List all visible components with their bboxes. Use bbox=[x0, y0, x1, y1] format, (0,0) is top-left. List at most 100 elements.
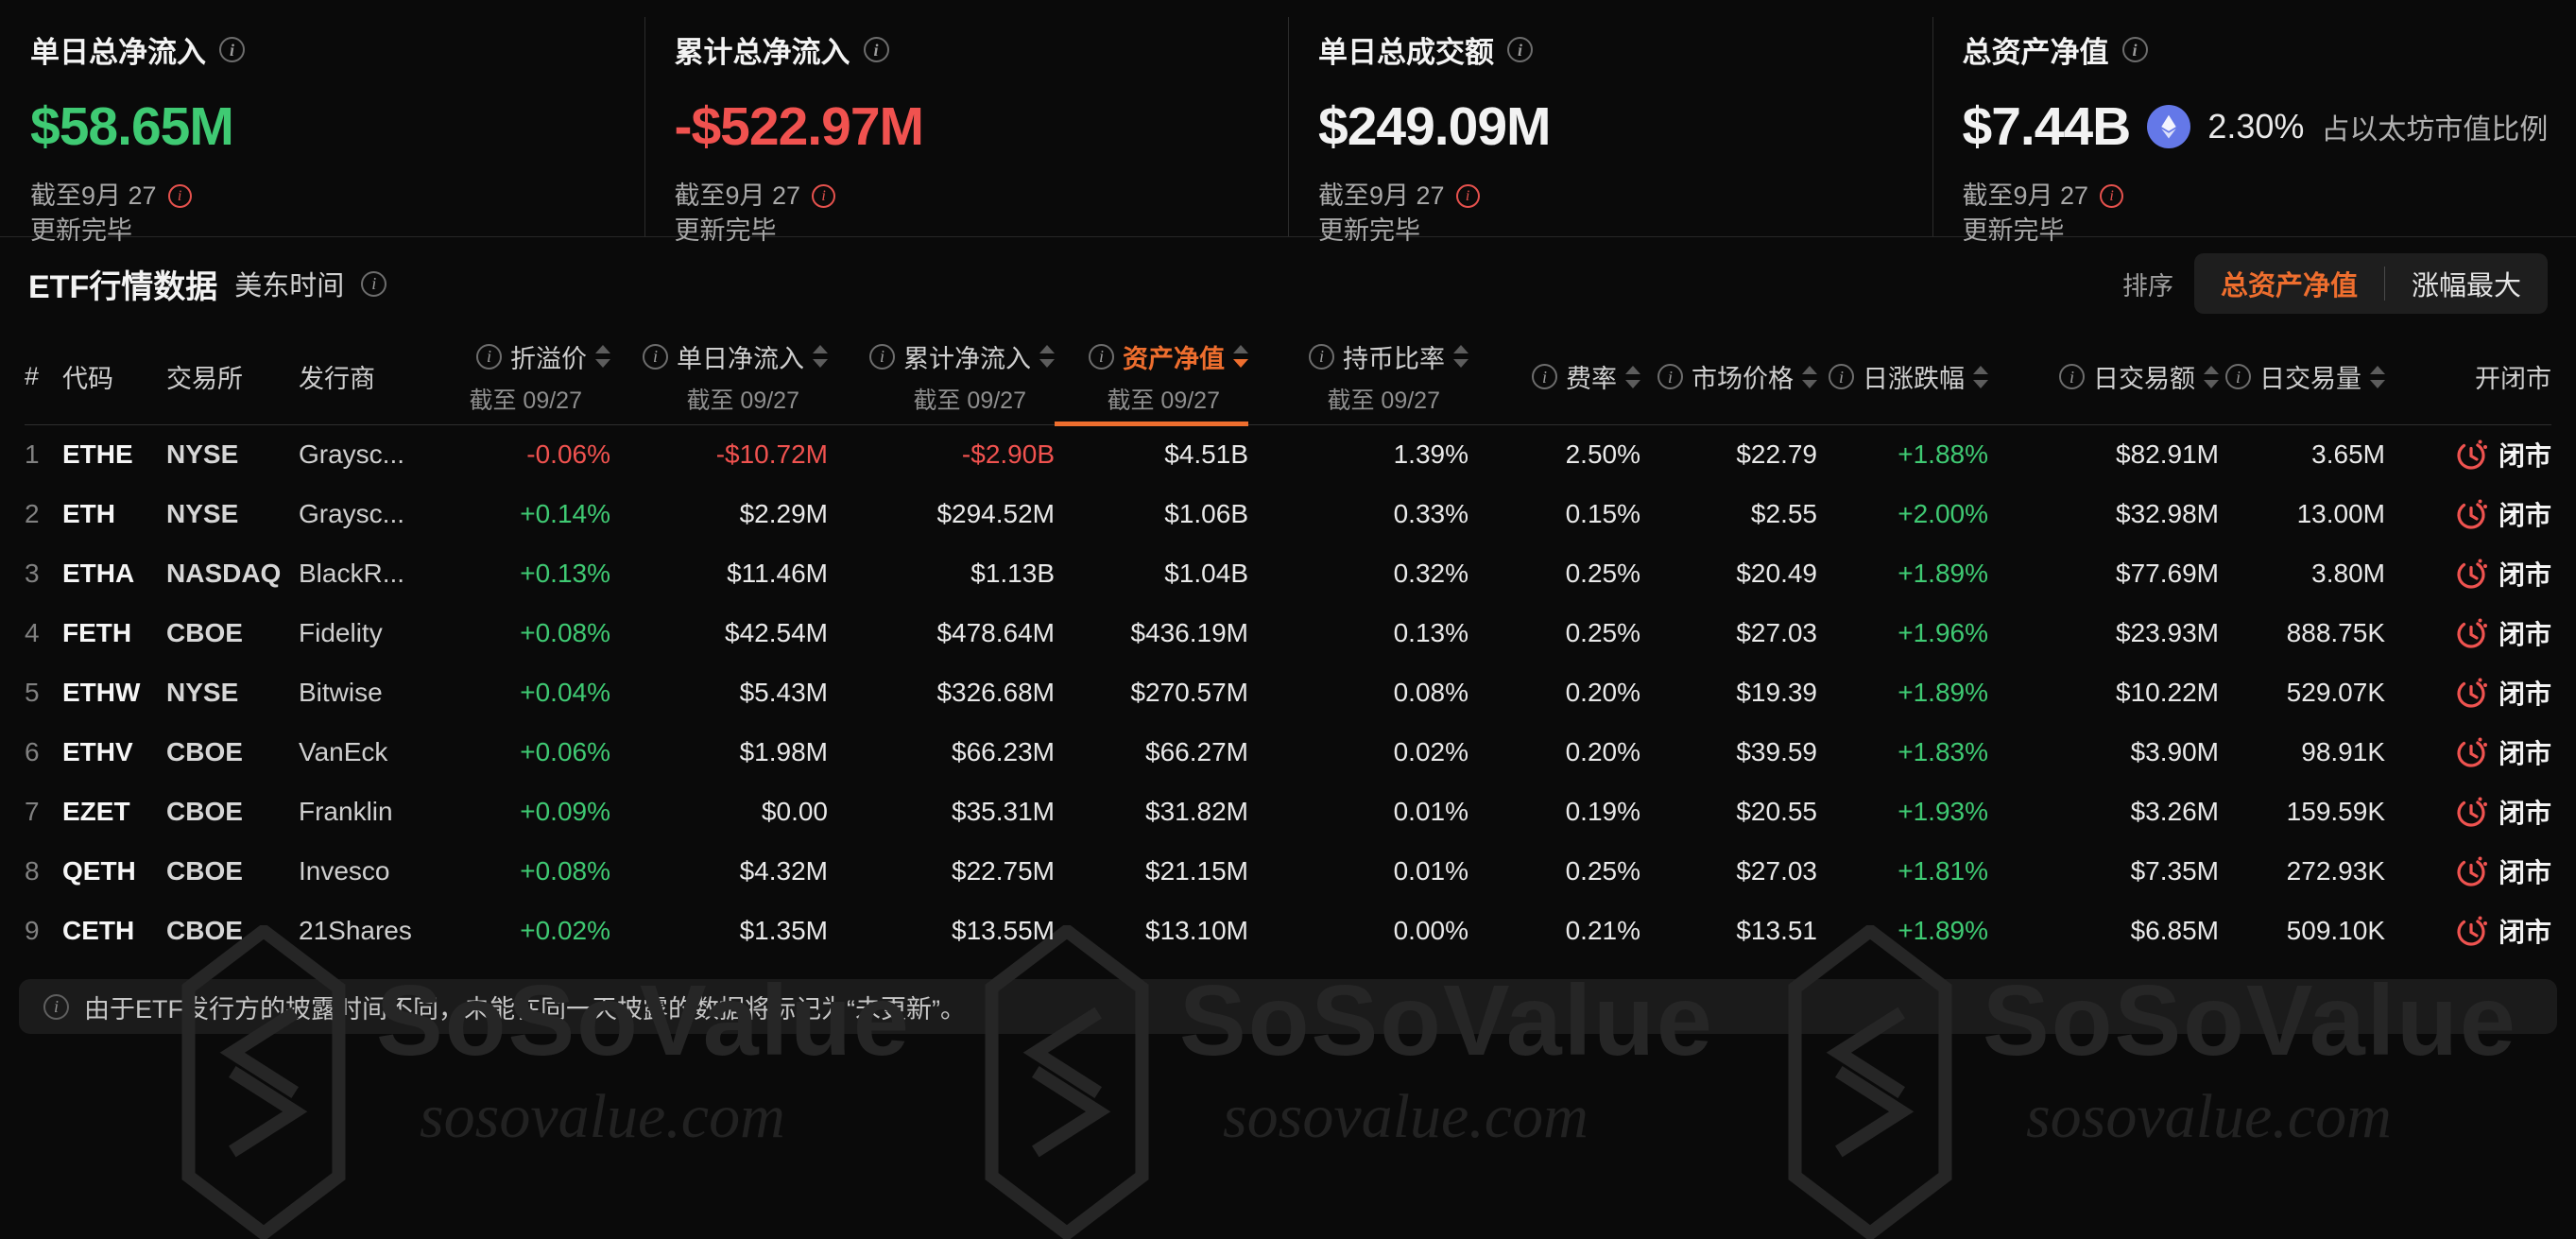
sort-option-top-gainers[interactable]: 涨幅最大 bbox=[2385, 264, 2548, 303]
turnover-cell: $77.69M bbox=[1988, 543, 2219, 603]
col-daily-turnover[interactable]: 日交易额 bbox=[1988, 330, 2219, 424]
exchange-cell: CBOE bbox=[166, 782, 299, 841]
market-closed-clock-icon bbox=[2454, 795, 2488, 829]
daily-flow-cell: $2.29M bbox=[610, 484, 828, 543]
rank-cell: 6 bbox=[25, 722, 62, 782]
info-icon[interactable] bbox=[1089, 344, 1114, 370]
info-icon[interactable] bbox=[1532, 364, 1557, 389]
info-icon[interactable] bbox=[476, 344, 502, 370]
alert-info-icon[interactable] bbox=[168, 184, 192, 208]
market-status-text: 闭市 bbox=[2499, 793, 2551, 831]
update-status: 更新完毕 bbox=[30, 214, 132, 249]
info-icon[interactable] bbox=[2122, 37, 2148, 62]
turnover-cell: $7.35M bbox=[1988, 841, 2219, 901]
fee-cell: 0.20% bbox=[1468, 663, 1640, 722]
fee-cell: 0.25% bbox=[1468, 543, 1640, 603]
info-icon[interactable] bbox=[1309, 344, 1334, 370]
daily-flow-cell: $5.43M bbox=[610, 663, 828, 722]
stat-card-daily-net-inflow: 单日总净流入 $58.65M 截至9月 27 更新完毕 bbox=[0, 0, 644, 250]
info-icon[interactable] bbox=[1507, 37, 1533, 62]
cumulative-flow-cell: $66.23M bbox=[828, 722, 1055, 782]
cumulative-flow-cell: $13.55M bbox=[828, 901, 1055, 960]
col-holding-ratio[interactable]: 持币比率 截至 09/27 bbox=[1248, 330, 1468, 424]
info-icon[interactable] bbox=[2059, 364, 2085, 389]
col-issuer: 发行商 bbox=[299, 330, 469, 424]
table-row[interactable]: 2 ETH NYSE Graysc... +0.14% $2.29M $294.… bbox=[25, 484, 2551, 543]
table-row[interactable]: 9 CETH CBOE 21Shares +0.02% $1.35M $13.5… bbox=[25, 901, 2551, 960]
table-row[interactable]: 1 ETHE NYSE Graysc... -0.06% -$10.72M -$… bbox=[25, 424, 2551, 484]
info-icon[interactable] bbox=[869, 344, 895, 370]
market-status-cell: 闭市 bbox=[2385, 424, 2551, 484]
table-row[interactable]: 7 EZET CBOE Franklin +0.09% $0.00 $35.31… bbox=[25, 782, 2551, 841]
turnover-cell: $82.91M bbox=[1988, 424, 2219, 484]
ticker-cell[interactable]: CETH bbox=[62, 901, 166, 960]
exchange-cell: NYSE bbox=[166, 484, 299, 543]
issuer-cell: Graysc... bbox=[299, 424, 469, 484]
ticker-cell[interactable]: QETH bbox=[62, 841, 166, 901]
info-icon[interactable] bbox=[219, 37, 245, 62]
price-cell: $22.79 bbox=[1640, 424, 1817, 484]
sort-option-total-nav[interactable]: 总资产净值 bbox=[2194, 264, 2384, 303]
ticker-cell[interactable]: ETHA bbox=[62, 543, 166, 603]
table-header-row: # 代码 交易所 发行商 折溢价 截至 09/27 bbox=[25, 330, 2551, 424]
asof-text: 截至9月 27 bbox=[675, 179, 801, 214]
exchange-cell: CBOE bbox=[166, 901, 299, 960]
premium-cell: +0.09% bbox=[469, 782, 610, 841]
change-cell: +2.00% bbox=[1817, 484, 1988, 543]
alert-info-icon[interactable] bbox=[2100, 184, 2123, 208]
col-daily-volume[interactable]: 日交易量 bbox=[2219, 330, 2385, 424]
info-icon[interactable] bbox=[1829, 364, 1854, 389]
table-row[interactable]: 3 ETHA NASDAQ BlackR... +0.13% $11.46M $… bbox=[25, 543, 2551, 603]
col-net-assets[interactable]: 资产净值 截至 09/27 bbox=[1055, 330, 1248, 424]
ticker-cell[interactable]: ETHE bbox=[62, 424, 166, 484]
alert-info-icon[interactable] bbox=[812, 184, 835, 208]
premium-cell: +0.08% bbox=[469, 841, 610, 901]
stat-card-cumulative-net-inflow: 累计总净流入 -$522.97M 截至9月 27 更新完毕 bbox=[644, 0, 1289, 250]
sosovalue-logo bbox=[1786, 925, 1954, 1239]
sort-toggle: 总资产净值 涨幅最大 bbox=[2194, 253, 2548, 314]
ticker-cell[interactable]: FETH bbox=[62, 603, 166, 663]
market-status-text: 闭市 bbox=[2499, 555, 2551, 593]
ticker-cell[interactable]: ETHV bbox=[62, 722, 166, 782]
col-premium-discount[interactable]: 折溢价 截至 09/27 bbox=[469, 330, 610, 424]
net-assets-cell: $4.51B bbox=[1055, 424, 1248, 484]
issuer-cell: BlackR... bbox=[299, 543, 469, 603]
info-icon[interactable] bbox=[2225, 364, 2251, 389]
stats-row: 单日总净流入 $58.65M 截至9月 27 更新完毕 累计总净流入 -$522… bbox=[0, 0, 2576, 237]
col-daily-net-inflow[interactable]: 单日净流入 截至 09/27 bbox=[610, 330, 828, 424]
net-assets-cell: $13.10M bbox=[1055, 901, 1248, 960]
table-row[interactable]: 5 ETHW NYSE Bitwise +0.04% $5.43M $326.6… bbox=[25, 663, 2551, 722]
ticker-cell[interactable]: ETHW bbox=[62, 663, 166, 722]
fee-cell: 0.19% bbox=[1468, 782, 1640, 841]
fee-cell: 2.50% bbox=[1468, 424, 1640, 484]
info-icon[interactable] bbox=[361, 271, 386, 297]
rank-cell: 1 bbox=[25, 424, 62, 484]
cumulative-flow-cell: $22.75M bbox=[828, 841, 1055, 901]
holding-ratio-cell: 0.02% bbox=[1248, 722, 1468, 782]
daily-flow-cell: $0.00 bbox=[610, 782, 828, 841]
col-ticker: 代码 bbox=[62, 330, 166, 424]
table-row[interactable]: 8 QETH CBOE Invesco +0.08% $4.32M $22.75… bbox=[25, 841, 2551, 901]
col-daily-change[interactable]: 日涨跌幅 bbox=[1817, 330, 1988, 424]
asof-text: 截至9月 27 bbox=[1963, 179, 2089, 214]
info-icon[interactable] bbox=[864, 37, 889, 62]
table-row[interactable]: 6 ETHV CBOE VanEck +0.06% $1.98M $66.23M… bbox=[25, 722, 2551, 782]
change-cell: +1.89% bbox=[1817, 663, 1988, 722]
table-row[interactable]: 4 FETH CBOE Fidelity +0.08% $42.54M $478… bbox=[25, 603, 2551, 663]
col-cumulative-net-inflow[interactable]: 累计净流入 截至 09/27 bbox=[828, 330, 1055, 424]
turnover-cell: $32.98M bbox=[1988, 484, 2219, 543]
market-status-text: 闭市 bbox=[2499, 495, 2551, 533]
stat-value: $58.65M bbox=[30, 95, 233, 158]
asof-text: 截至9月 27 bbox=[30, 179, 157, 214]
info-icon[interactable] bbox=[1657, 364, 1683, 389]
ticker-cell[interactable]: EZET bbox=[62, 782, 166, 841]
info-icon[interactable] bbox=[643, 344, 668, 370]
change-cell: +1.93% bbox=[1817, 782, 1988, 841]
col-market-price[interactable]: 市场价格 bbox=[1640, 330, 1817, 424]
alert-info-icon[interactable] bbox=[1456, 184, 1480, 208]
market-status-text: 闭市 bbox=[2499, 674, 2551, 712]
ticker-cell[interactable]: ETH bbox=[62, 484, 166, 543]
col-fee-rate[interactable]: 费率 bbox=[1468, 330, 1640, 424]
eth-market-share-label: 占以太坊市值比例 bbox=[2321, 106, 2548, 147]
issuer-cell: Bitwise bbox=[299, 663, 469, 722]
